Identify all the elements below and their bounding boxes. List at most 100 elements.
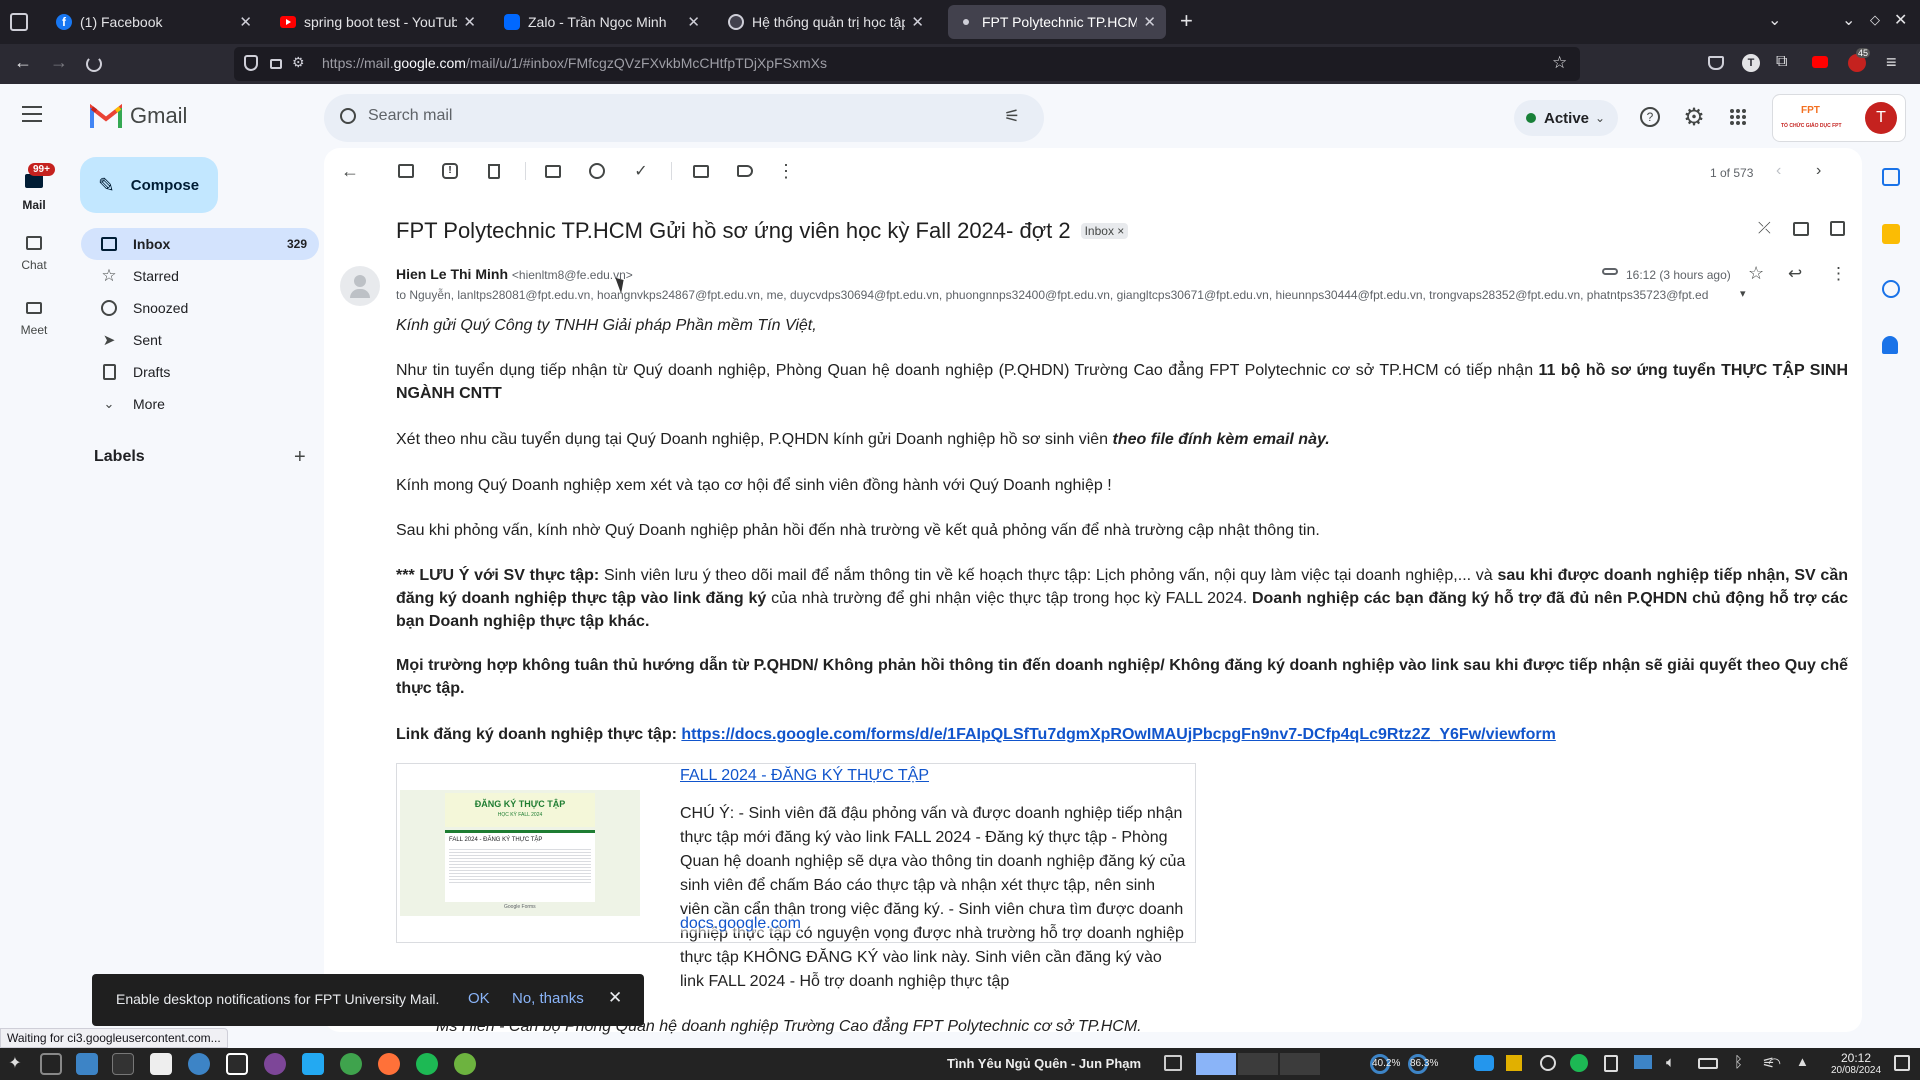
close-tab-icon[interactable]: ✕ (687, 13, 700, 31)
inbox-chip[interactable]: Inbox × (1080, 223, 1129, 239)
permissions-icon[interactable]: ⚙ (292, 54, 305, 71)
older-chevron-right-icon[interactable]: › (1816, 162, 1821, 180)
print-icon[interactable] (1793, 222, 1809, 236)
newer-chevron-left-icon[interactable]: ‹ (1776, 162, 1781, 180)
display-icon[interactable] (1634, 1055, 1652, 1069)
tab-zalo[interactable]: Zalo - Trần Ngọc Minh ✕ (494, 5, 710, 39)
add-label-plus-icon[interactable]: + (294, 446, 306, 469)
app-launcher-icon[interactable]: ✦ (4, 1053, 26, 1075)
lock-icon[interactable] (270, 59, 282, 69)
preview-domain[interactable]: docs.google.com (680, 915, 801, 933)
account-card[interactable]: FPT TỔ CHỨC GIÁO DỤC FPT T (1772, 94, 1906, 142)
loading-spinner-icon[interactable] (86, 56, 102, 72)
add-to-tasks-icon[interactable]: ✓ (630, 160, 652, 182)
preview-thumbnail[interactable]: ĐĂNG KÝ THỰC TẬP HỌC KỲ FALL 2024 FALL 2… (400, 790, 640, 916)
app-menu-icon[interactable]: ≡ (1886, 52, 1897, 73)
window-close-icon[interactable]: ✕ (1894, 10, 1907, 30)
search-options-icon[interactable]: ⚟ (1004, 106, 1020, 127)
contacts-icon[interactable] (1882, 336, 1898, 354)
recipients-expand-icon[interactable]: ▾ (1740, 287, 1746, 300)
notifications-icon[interactable] (1894, 1055, 1910, 1071)
close-tab-icon[interactable]: ✕ (1143, 13, 1156, 31)
sidebar-item-starred[interactable]: ☆ Starred (81, 260, 319, 292)
battery-icon[interactable] (1698, 1058, 1718, 1069)
apps-grid-icon[interactable] (1718, 97, 1758, 137)
tab-lms[interactable]: Hệ thống quản trị học tập ✕ (718, 5, 934, 39)
firefox-icon[interactable] (378, 1053, 400, 1075)
sidebar-item-sent[interactable]: ➤ Sent (81, 324, 319, 356)
new-tab-plus-icon[interactable]: + (1180, 8, 1193, 34)
media-play-icon[interactable] (1540, 1055, 1556, 1071)
minimize-chevron-icon[interactable]: ⌄ (1842, 10, 1855, 30)
bookmark-star-icon[interactable]: ☆ (1552, 53, 1567, 73)
move-to-folder-icon[interactable] (690, 160, 712, 182)
rail-meet[interactable]: Meet (14, 302, 54, 337)
clipboard-icon[interactable] (1604, 1055, 1618, 1072)
snackbar-ok-button[interactable]: OK (468, 990, 490, 1007)
browser-app-icon[interactable] (188, 1053, 210, 1075)
close-tab-icon[interactable]: ✕ (911, 13, 924, 31)
forward-arrow-icon[interactable]: → (50, 52, 68, 73)
vscode-icon[interactable] (302, 1053, 324, 1075)
remove-label-x-icon[interactable]: × (1117, 224, 1124, 238)
snooze-clock-icon[interactable] (586, 160, 608, 182)
search-bar[interactable]: Search mail ⚟ (324, 94, 1044, 142)
green-app-icon[interactable] (340, 1053, 362, 1075)
close-tab-icon[interactable]: ✕ (239, 13, 252, 31)
jetbrains-icon[interactable] (226, 1053, 248, 1075)
sidebar-item-inbox[interactable]: Inbox 329 (81, 228, 319, 260)
rail-chat[interactable]: Chat (14, 236, 54, 272)
snackbar-close-icon[interactable]: ✕ (608, 988, 622, 1008)
help-icon[interactable]: ? (1630, 97, 1670, 137)
avatar[interactable]: T (1865, 102, 1897, 134)
compose-button[interactable]: ✎ Compose (80, 157, 218, 213)
email-more-vert-icon[interactable]: ⋮ (1830, 264, 1847, 284)
terminal-icon[interactable] (112, 1053, 134, 1075)
search-input[interactable]: Search mail (368, 107, 452, 125)
workspace-1[interactable] (1196, 1053, 1236, 1075)
open-new-window-icon[interactable] (1830, 221, 1845, 236)
unity-icon[interactable] (150, 1053, 172, 1075)
back-to-inbox-arrow-icon[interactable]: ← (339, 160, 361, 182)
recipients-line[interactable]: to Nguyễn, lanltps28081@fpt.edu.vn, hoan… (396, 288, 1738, 302)
clock[interactable]: 20:12 20/08/2024 (1826, 1051, 1886, 1076)
star-email-icon[interactable]: ☆ (1748, 263, 1764, 284)
calendar-icon[interactable] (1882, 168, 1900, 186)
docker-tray-icon[interactable] (1474, 1055, 1494, 1071)
tab-youtube[interactable]: spring boot test - YouTube ✕ (270, 5, 486, 39)
extensions-puzzle-icon[interactable]: ⧉ (1776, 53, 1787, 71)
snackbar-no-thanks-button[interactable]: No, thanks (512, 990, 584, 1007)
tray-expand-icon[interactable]: ▲ (1796, 1054, 1809, 1069)
sidebar-item-drafts[interactable]: Drafts (81, 356, 319, 388)
delete-trash-icon[interactable] (483, 160, 505, 182)
workspace-2[interactable] (1238, 1053, 1278, 1075)
tab-gmail-active[interactable]: FPT Polytechnic TP.HCM Gửi ✕ (948, 5, 1166, 39)
keep-icon[interactable] (1882, 224, 1900, 244)
pocket-icon[interactable] (1708, 56, 1724, 70)
tab-overflow-chevron-icon[interactable]: ⌄ (1768, 10, 1781, 30)
report-spam-icon[interactable]: ! (439, 160, 461, 182)
reply-arrow-icon[interactable]: ↩ (1788, 264, 1802, 284)
spotify-tray-icon[interactable] (1570, 1054, 1588, 1072)
account-t-icon[interactable]: T (1742, 54, 1760, 72)
shield-icon[interactable] (244, 55, 258, 71)
spring-icon[interactable] (454, 1053, 476, 1075)
gmail-logo[interactable]: Gmail (90, 103, 187, 129)
status-selector[interactable]: Active ⌄ (1514, 100, 1618, 136)
more-vert-icon[interactable]: ⋮ (775, 160, 797, 182)
search-icon[interactable] (340, 108, 356, 124)
main-menu-icon[interactable] (22, 106, 42, 122)
archive-icon[interactable] (395, 160, 417, 182)
file-manager-icon[interactable] (76, 1053, 98, 1075)
wifi-icon[interactable]: ◠ (1768, 1054, 1781, 1072)
expand-collapse-icon[interactable]: ⤫ (1758, 220, 1771, 238)
volume-icon[interactable]: 🔈︎ (1666, 1054, 1675, 1071)
tab-facebook[interactable]: f (1) Facebook ✕ (46, 5, 262, 39)
tab-list-icon[interactable] (10, 13, 28, 31)
preview-title-link[interactable]: FALL 2024 - ĐĂNG KÝ THỰC TẬP (680, 767, 929, 785)
youtube-ext-icon[interactable] (1812, 56, 1828, 68)
settings-gear-icon[interactable]: ⚙ (1674, 97, 1714, 137)
back-arrow-icon[interactable]: ← (14, 52, 32, 73)
url-bar[interactable]: ⚙ https://mail.google.com/mail/u/1/#inbo… (234, 47, 1580, 81)
sidebar-item-more[interactable]: ⌄ More (81, 388, 319, 420)
